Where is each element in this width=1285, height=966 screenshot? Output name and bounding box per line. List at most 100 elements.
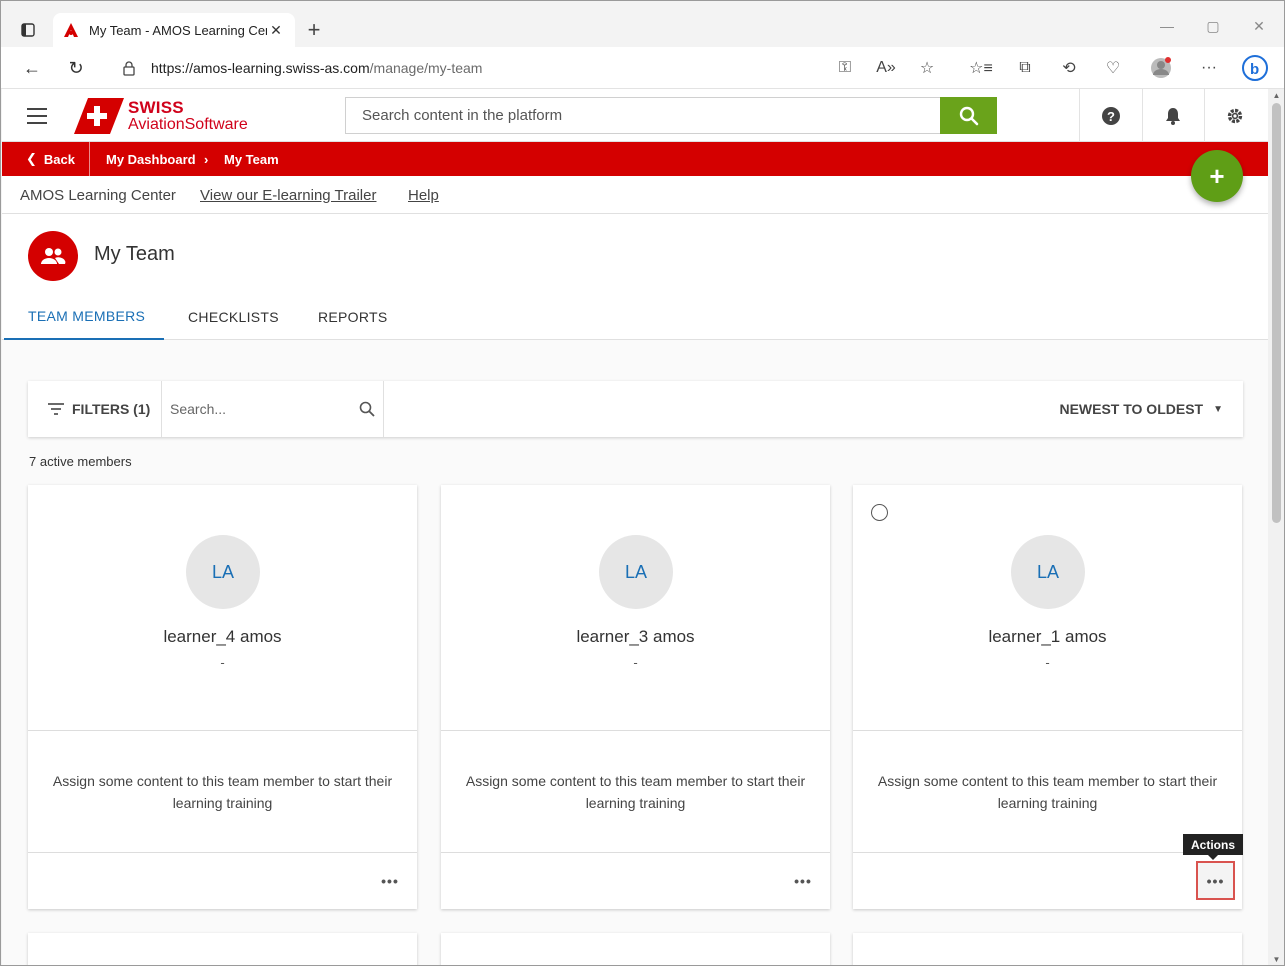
browser-window: My Team - AMOS Learning Cent ✕ + — ▢ ✕ ←…	[0, 0, 1285, 966]
member-card[interactable]: LA learner_3 amos - Assign some content …	[441, 485, 830, 909]
swiss-logo-icon	[74, 98, 124, 134]
member-message: Assign some content to this team member …	[465, 773, 806, 811]
collections-icon[interactable]: ⧉	[1011, 54, 1039, 82]
member-card[interactable]	[28, 933, 417, 965]
filters-label: FILTERS (1)	[72, 401, 151, 417]
logo-line2: AviationSoftware	[128, 116, 248, 133]
key-icon[interactable]: ⚿	[831, 54, 859, 82]
more-menu-icon[interactable]: ···	[1195, 54, 1223, 82]
page-header: My Team TEAM MEMBERS CHECKLISTS REPORTS	[2, 214, 1268, 340]
tab-actions-icon[interactable]	[15, 17, 41, 43]
breadcrumb-my-team: My Team	[224, 151, 279, 167]
sort-dropdown[interactable]: NEWEST TO OLDEST ▼	[1059, 381, 1223, 437]
chevron-left-icon: ❮	[26, 151, 37, 166]
settings-gear-icon[interactable]	[1218, 99, 1252, 133]
caret-down-icon: ▼	[1213, 403, 1223, 415]
avatar: LA	[1011, 535, 1085, 609]
history-icon[interactable]: ⟲	[1055, 54, 1083, 82]
tab-close-icon[interactable]: ✕	[267, 21, 285, 39]
tab-team-members[interactable]: TEAM MEMBERS	[4, 294, 164, 340]
back-arrow-icon[interactable]: ←	[18, 54, 46, 82]
select-radio[interactable]	[871, 504, 888, 521]
breadcrumb-my-dashboard[interactable]: My Dashboard	[106, 142, 196, 176]
app-header: SWISS AviationSoftware ?	[2, 89, 1268, 142]
url-field[interactable]: https://amos-learning.swiss-as.com/manag…	[107, 52, 947, 84]
breadcrumb: ❮ Back My Dashboard › My Team	[2, 142, 1268, 176]
more-actions-icon[interactable]: •••	[1196, 861, 1235, 900]
card-divider	[441, 852, 830, 853]
svg-text:?: ?	[1107, 109, 1115, 124]
card-divider	[28, 852, 417, 853]
help-icon[interactable]: ?	[1094, 99, 1128, 133]
back-label: Back	[43, 151, 75, 167]
performance-icon[interactable]: ♡	[1099, 54, 1127, 82]
card-divider	[441, 730, 830, 731]
new-tab-icon[interactable]: +	[301, 17, 327, 43]
scroll-down-icon[interactable]: ▼	[1272, 955, 1281, 964]
page-title: My Team	[94, 243, 175, 265]
close-window-icon[interactable]: ✕	[1236, 11, 1282, 41]
add-fab-button[interactable]: +	[1191, 150, 1243, 202]
platform-search-input[interactable]	[345, 97, 940, 134]
profile-avatar-icon[interactable]	[1147, 54, 1175, 82]
back-button[interactable]: ❮ Back	[2, 142, 90, 176]
header-divider	[1142, 89, 1143, 142]
member-name: learner_1 amos	[988, 627, 1107, 646]
subnav-amos-learning-center[interactable]: AMOS Learning Center	[20, 176, 176, 214]
read-aloud-icon[interactable]: A»	[872, 54, 900, 82]
header-divider	[1204, 89, 1205, 142]
members-search-input[interactable]	[170, 401, 359, 417]
notifications-bell-icon[interactable]	[1156, 99, 1190, 133]
member-card[interactable]	[853, 933, 1242, 965]
breadcrumb-separator-icon: ›	[204, 151, 209, 167]
tab-strip: My Team - AMOS Learning Cent ✕ + — ▢ ✕	[1, 1, 1284, 47]
maximize-icon[interactable]: ▢	[1190, 11, 1236, 41]
favorite-star-icon[interactable]: ☆	[913, 54, 941, 82]
refresh-icon[interactable]: ↻	[62, 54, 90, 82]
filters-button[interactable]: FILTERS (1)	[28, 381, 162, 437]
url-path: /manage/my-team	[369, 60, 483, 76]
swiss-aviation-logo[interactable]: SWISS AviationSoftware	[74, 97, 254, 135]
member-message: Assign some content to this team member …	[52, 773, 393, 811]
page-viewport: SWISS AviationSoftware ?	[2, 89, 1268, 965]
member-name: learner_3 amos	[576, 627, 695, 646]
header-divider	[1079, 89, 1080, 142]
hamburger-menu-icon[interactable]	[26, 105, 48, 127]
browser-tab[interactable]: My Team - AMOS Learning Cent ✕	[53, 13, 295, 47]
avatar: LA	[599, 535, 673, 609]
address-bar: ← ↻ https://amos-learning.swiss-as.com/m…	[1, 47, 1284, 89]
svg-text:b: b	[1250, 61, 1259, 78]
tab-title: My Team - AMOS Learning Cent	[89, 22, 267, 38]
member-subtitle: -	[220, 655, 225, 670]
member-subtitle: -	[1045, 655, 1050, 670]
platform-search	[345, 97, 997, 134]
scrollbar-thumb[interactable]	[1272, 103, 1281, 523]
sort-label: NEWEST TO OLDEST	[1059, 401, 1204, 417]
page-scrollbar[interactable]: ▲ ▼	[1268, 89, 1284, 965]
sub-navigation: AMOS Learning Center View our E-learning…	[2, 176, 1268, 214]
subnav-elearning-trailer-link[interactable]: View our E-learning Trailer	[200, 176, 376, 214]
actions-tooltip: Actions	[1183, 834, 1244, 860]
more-actions-icon[interactable]: •••	[377, 868, 403, 894]
members-search	[162, 381, 384, 437]
filter-icon	[48, 403, 64, 415]
bing-copilot-icon[interactable]: b	[1241, 54, 1269, 82]
more-actions-icon[interactable]: •••	[790, 868, 816, 894]
member-name: learner_4 amos	[163, 627, 282, 646]
scroll-up-icon[interactable]: ▲	[1272, 91, 1281, 100]
member-count: 7 active members	[29, 454, 132, 469]
lock-icon	[123, 61, 135, 76]
tab-reports[interactable]: REPORTS	[318, 294, 388, 340]
minimize-icon[interactable]: —	[1144, 11, 1190, 41]
search-icon	[959, 106, 978, 125]
favorites-list-icon[interactable]: ☆≡	[967, 54, 995, 82]
platform-search-button[interactable]	[940, 97, 997, 134]
member-subtitle: -	[633, 655, 638, 670]
card-divider	[853, 730, 1242, 731]
member-message: Assign some content to this team member …	[877, 773, 1218, 811]
subnav-help-link[interactable]: Help	[408, 176, 439, 214]
tab-checklists[interactable]: CHECKLISTS	[188, 294, 279, 340]
member-card[interactable]	[441, 933, 830, 965]
member-card[interactable]: LA learner_4 amos - Assign some content …	[28, 485, 417, 909]
search-icon[interactable]	[359, 401, 375, 417]
